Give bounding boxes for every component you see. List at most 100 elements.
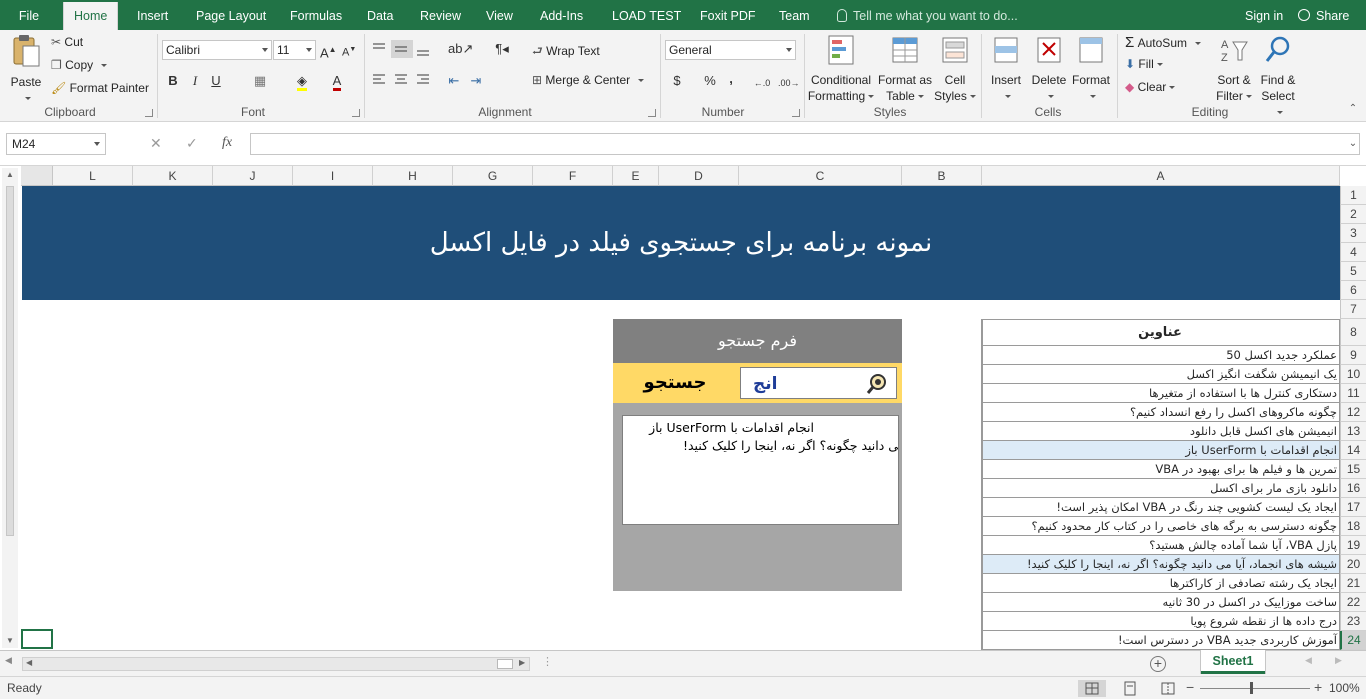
list-item[interactable]: تمرین ها و فیلم ها برای بهبود در VBA [982,460,1340,479]
cell-styles-button[interactable]: Cell Styles [934,34,976,104]
zoom-slider[interactable] [1200,688,1310,689]
conditional-formatting-button[interactable]: Conditional Formatting [806,34,876,104]
add-sheet-button[interactable]: + [1150,656,1166,672]
tab-add-ins[interactable]: Add-Ins [540,0,583,30]
column-header[interactable]: G [453,166,533,186]
list-item-highlighted[interactable]: شیشه های انجماد، آیا می دانید چگونه؟ اگر… [982,555,1340,574]
expand-formula-bar-icon[interactable]: ⌄ [1346,135,1360,153]
scroll-down-icon[interactable]: ▼ [6,636,14,645]
horizontal-scrollbar[interactable]: ◀ ▶ [22,657,530,671]
row-header[interactable]: 5 [1340,262,1366,281]
grow-font-icon[interactable]: A▲ [320,41,337,62]
search-result-item[interactable]: شیشه های انجماد، آیا می دانید چگونه؟ اگر… [683,437,898,455]
text-direction-icon[interactable]: ¶◂ [490,40,514,58]
row-header-selected[interactable]: 24 [1340,631,1366,650]
scroll-thumb[interactable] [497,659,513,669]
column-header[interactable]: D [659,166,739,186]
row-header[interactable]: 13 [1340,422,1366,441]
tell-me-box[interactable]: Tell me what you want to do... [837,0,1018,30]
format-painter-button[interactable]: 🖌 Format Painter [51,81,149,95]
collapse-ribbon-icon[interactable]: ⌃ [1346,100,1360,118]
tab-review[interactable]: Review [420,0,461,30]
merge-center-button[interactable]: ⊞ Merge & Center [532,73,645,87]
enter-icon[interactable]: ✓ [186,135,198,152]
list-item[interactable]: یک انیمیشن شگفت انگیز اکسل [982,365,1340,384]
insert-cells-button[interactable]: Insert [986,34,1026,104]
zoom-in-icon[interactable]: + [1314,679,1322,695]
sort-filter-button[interactable]: A Z Sort & Filter [1214,34,1254,104]
row-header[interactable]: 2 [1340,205,1366,224]
scroll-left-icon[interactable]: ◀ [26,658,32,667]
row-header[interactable]: 20 [1340,555,1366,574]
wrap-text-button[interactable]: ⮐ Wrap Text [532,42,600,63]
borders-icon[interactable]: ▦ [252,72,268,90]
row-header[interactable]: 22 [1340,593,1366,612]
select-all-corner[interactable] [21,166,53,186]
row-header[interactable]: 10 [1340,365,1366,384]
row-header[interactable]: 21 [1340,574,1366,593]
row-header[interactable]: 19 [1340,536,1366,555]
list-item[interactable]: چگونه ماکروهای اکسل را رفع انسداد کنیم؟ [982,403,1340,422]
horizontal-align-icons[interactable] [370,73,434,87]
zoom-slider-thumb[interactable] [1250,682,1253,694]
search-button[interactable]: جستجو [613,363,737,403]
italic-button[interactable]: I [188,72,202,90]
sign-in-link[interactable]: Sign in [1245,0,1283,32]
row-header[interactable]: 15 [1340,460,1366,479]
tab-page-layout[interactable]: Page Layout [196,0,266,30]
column-header[interactable]: H [373,166,453,186]
page-layout-view-button[interactable] [1116,680,1144,697]
formula-input[interactable] [250,133,1360,155]
tab-load-test[interactable]: LOAD TEST [612,0,681,30]
selected-cell[interactable] [21,629,53,649]
clear-button[interactable]: ◆ Clear [1125,80,1176,94]
row-header[interactable]: 7 [1340,300,1366,319]
orientation-icon[interactable]: ab↗ [448,40,473,58]
list-item[interactable]: ساخت موزاییک در اکسل در 30 ثانیه [982,593,1340,612]
row-header[interactable]: 9 [1340,346,1366,365]
list-item[interactable]: چگونه دسترسی به برگه های خاصی را در کتاب… [982,517,1340,536]
alignment-launcher-icon[interactable] [648,109,656,117]
find-select-button[interactable]: Find & Select [1257,34,1299,120]
list-item[interactable]: درج داده ها از نقطه شروع پویا [982,612,1340,631]
column-header[interactable]: K [133,166,213,186]
delete-cells-button[interactable]: Delete [1028,34,1070,104]
number-format-combo[interactable]: General [665,40,796,60]
search-results-listbox[interactable]: انجام اقدامات با UserForm باز شیشه های ا… [622,415,899,525]
fill-button[interactable]: ⬇ Fill [1125,57,1163,71]
column-header[interactable]: J [213,166,293,186]
vertical-align-icons[interactable] [370,40,434,58]
row-header[interactable]: 16 [1340,479,1366,498]
underline-button[interactable]: U [209,72,223,90]
percent-button[interactable]: % [702,72,718,90]
tab-scroll-next-icon[interactable]: ▶ [1335,655,1342,666]
font-launcher-icon[interactable] [352,109,360,117]
share-button[interactable]: Share [1298,0,1349,32]
copy-button[interactable]: ❐ Copy [51,58,108,72]
sheet-grid[interactable]: ▲ ▼ L K J I H G F E D C B A 1 2 3 4 5 6 … [0,166,1366,650]
insert-function-icon[interactable]: fx [222,135,232,151]
column-header[interactable]: E [613,166,659,186]
column-header[interactable]: F [533,166,613,186]
column-header[interactable]: C [739,166,902,186]
column-header[interactable]: I [293,166,373,186]
tab-file[interactable]: File [0,0,58,30]
tab-team[interactable]: Team [779,0,810,30]
currency-button[interactable]: $ [670,72,684,90]
sheet-tab[interactable]: Sheet1 [1201,650,1265,674]
clipboard-launcher-icon[interactable] [145,109,153,117]
search-input[interactable]: انج [740,367,897,399]
name-box[interactable]: M24 [6,133,106,155]
decrease-decimal-icon[interactable]: .00→ [778,74,800,92]
row-header[interactable]: 4 [1340,243,1366,262]
scroll-thumb[interactable] [6,186,14,536]
tab-home[interactable]: Home [63,2,119,32]
cancel-icon[interactable]: ✕ [150,135,162,152]
fill-color-icon[interactable]: ◈ [294,72,310,91]
format-as-table-button[interactable]: Format as Table [876,34,934,104]
row-header[interactable]: 8 [1340,319,1366,346]
list-item[interactable]: دستکاری کنترل ها با استفاده از متغیرها [982,384,1340,403]
list-item[interactable]: پازل VBA، آیا شما آماده چالش هستید؟ [982,536,1340,555]
zoom-out-icon[interactable]: − [1186,679,1194,695]
autosum-button[interactable]: Σ AutoSum [1125,34,1201,51]
